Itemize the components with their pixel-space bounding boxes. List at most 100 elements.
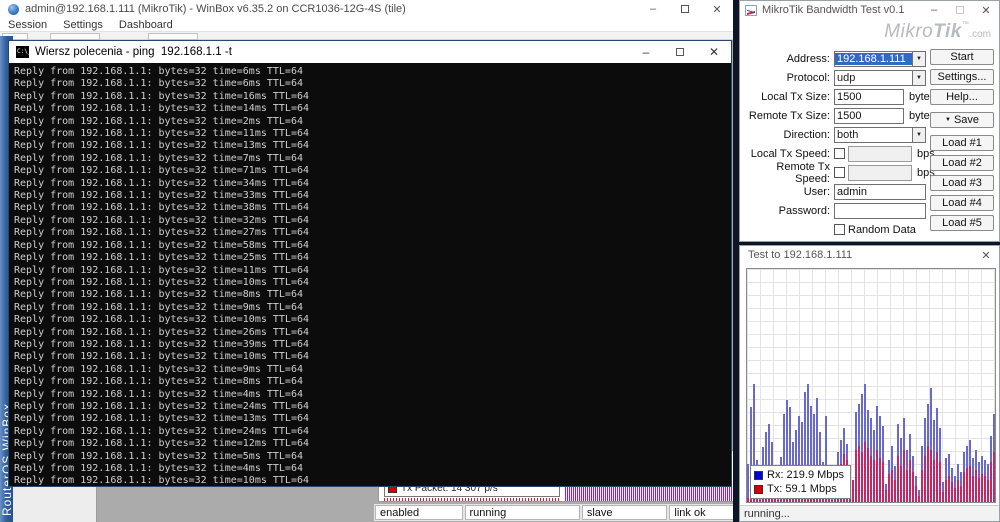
toolbar-button[interactable]	[148, 33, 198, 40]
toolbar-button[interactable]	[50, 33, 100, 40]
tx-bar	[858, 446, 860, 502]
save-button[interactable]: ▼Save	[930, 112, 994, 128]
tx-bar	[915, 486, 917, 502]
load-3-button-label: Load #3	[942, 177, 982, 189]
ping-line: Reply from 192.168.1.1: bytes=32 time=2m…	[14, 116, 731, 128]
remote-tx-size-input[interactable]	[834, 108, 904, 124]
tx-bar	[873, 460, 875, 502]
password-label: Password:	[740, 205, 830, 217]
random-data-checkbox[interactable]	[834, 224, 845, 235]
form-row-protocol: Protocol: udp ▼	[740, 68, 936, 87]
ping-line: Reply from 192.168.1.1: bytes=32 time=8m…	[14, 376, 731, 388]
help-button-label: Help...	[946, 91, 978, 103]
load-2-button[interactable]: Load #2	[930, 155, 994, 171]
form-row-password: Password:	[740, 201, 936, 220]
chevron-down-icon[interactable]: ▼	[912, 52, 925, 66]
load-1-button[interactable]: Load #1	[930, 135, 994, 151]
help-button[interactable]: Help...	[930, 89, 994, 105]
local-tx-size-input[interactable]	[834, 89, 904, 105]
close-button[interactable]: ✕	[697, 41, 731, 63]
maximize-icon	[676, 48, 684, 56]
console-output[interactable]: Reply from 192.168.1.1: bytes=32 time=6m…	[9, 63, 731, 486]
minimize-button[interactable]: –	[629, 41, 663, 63]
address-label: Address:	[740, 53, 830, 65]
menu-settings[interactable]: Settings	[55, 19, 111, 31]
address-combobox[interactable]: 192.168.1.111 ▼	[834, 51, 926, 67]
maximize-button[interactable]	[669, 0, 701, 18]
tx-bar	[747, 498, 749, 502]
start-button[interactable]: Start	[930, 49, 994, 65]
chevron-down-icon: ▼	[945, 117, 951, 123]
tx-bar	[897, 456, 899, 502]
minimize-button[interactable]: –	[921, 1, 947, 19]
chevron-down-icon[interactable]: ▼	[912, 71, 925, 85]
ping-line: Reply from 192.168.1.1: bytes=32 time=24…	[14, 401, 731, 413]
ping-line: Reply from 192.168.1.1: bytes=32 time=58…	[14, 240, 731, 252]
ping-line: Reply from 192.168.1.1: bytes=32 time=12…	[14, 438, 731, 450]
load-3-button[interactable]: Load #3	[930, 175, 994, 191]
tx-bar	[891, 470, 893, 502]
chevron-down-icon[interactable]: ▼	[912, 128, 925, 142]
tx-legend-text: Tx: 59.1 Mbps	[767, 483, 837, 495]
ping-line: Reply from 192.168.1.1: bytes=32 time=13…	[14, 413, 731, 425]
user-input[interactable]	[834, 184, 926, 200]
test-window-title: Test to 192.168.1.111	[748, 249, 852, 261]
tx-bar	[960, 486, 962, 502]
local-tx-speed-input	[848, 146, 912, 162]
maximize-button[interactable]	[663, 41, 697, 63]
settings-button[interactable]: Settings...	[930, 69, 994, 85]
tx-bar	[963, 472, 965, 502]
ping-line: Reply from 192.168.1.1: bytes=32 time=10…	[14, 475, 731, 486]
rx-legend-text: Rx: 219.9 Mbps	[767, 469, 844, 481]
start-button-label: Start	[950, 51, 973, 63]
rx-bar	[747, 464, 749, 502]
bandwidth-test-form: Address: 192.168.1.111 ▼ Protocol: udp ▼…	[740, 49, 936, 239]
close-button[interactable]: ✕	[701, 0, 733, 18]
tx-legend-color	[754, 485, 763, 494]
ping-line: Reply from 192.168.1.1: bytes=32 time=38…	[14, 202, 731, 214]
close-button[interactable]: ✕	[973, 246, 999, 264]
winbox-window-title: admin@192.168.1.111 (MikroTik) - WinBox …	[25, 3, 406, 15]
close-button[interactable]: ✕	[973, 1, 999, 19]
load-5-button[interactable]: Load #5	[930, 215, 994, 231]
mikrotik-logo: MikroTik™.com	[884, 21, 991, 43]
tx-bar	[885, 490, 887, 502]
menu-dashboard[interactable]: Dashboard	[111, 19, 181, 31]
cmd-window: C:\_ Wiersz polecenia - ping 192.168.1.1…	[8, 40, 732, 487]
winbox-toolbar	[0, 32, 733, 40]
tx-bar	[900, 466, 902, 502]
address-value: 192.168.1.111	[835, 53, 912, 65]
cmd-icon: C:\_	[16, 46, 29, 58]
protocol-combobox[interactable]: udp ▼	[834, 70, 926, 86]
password-input[interactable]	[834, 203, 926, 219]
random-data-label: Random Data	[848, 224, 916, 236]
form-row-remote-tx-speed: Remote Tx Speed: bps	[740, 163, 936, 182]
status-link-ok: link ok	[669, 505, 733, 520]
minimize-button[interactable]: –	[637, 0, 669, 18]
ping-line: Reply from 192.168.1.1: bytes=32 time=32…	[14, 215, 731, 227]
form-row-remote-tx-size: Remote Tx Size: bytes	[740, 106, 936, 125]
test-statusbar: running...	[740, 505, 999, 521]
ping-line: Reply from 192.168.1.1: bytes=32 time=4m…	[14, 463, 731, 475]
menu-session[interactable]: Session	[0, 19, 55, 31]
rx-legend-color	[754, 471, 763, 480]
logo-text: Mikro	[884, 21, 933, 42]
tx-bar	[969, 466, 971, 502]
remote-tx-speed-input	[848, 165, 912, 181]
ping-line: Reply from 192.168.1.1: bytes=32 time=13…	[14, 140, 731, 152]
test-result-window: Test to 192.168.1.111 ✕ Rx: 219.9 Mbps T…	[739, 245, 1000, 522]
test-titlebar: Test to 192.168.1.111 ✕	[740, 246, 999, 264]
tx-bar	[978, 478, 980, 502]
test-window-controls: ✕	[973, 246, 999, 264]
cmd-window-controls: – ✕	[629, 41, 731, 63]
tx-bar	[759, 500, 761, 502]
remote-tx-speed-checkbox[interactable]	[834, 167, 845, 178]
local-tx-speed-checkbox[interactable]	[834, 148, 845, 159]
tx-bar	[927, 446, 929, 502]
tx-bar	[903, 450, 905, 502]
logo-domain: .com	[969, 29, 991, 40]
ping-line: Reply from 192.168.1.1: bytes=32 time=71…	[14, 165, 731, 177]
load-4-button[interactable]: Load #4	[930, 195, 994, 211]
protocol-value: udp	[835, 72, 912, 84]
direction-combobox[interactable]: both ▼	[834, 127, 926, 143]
